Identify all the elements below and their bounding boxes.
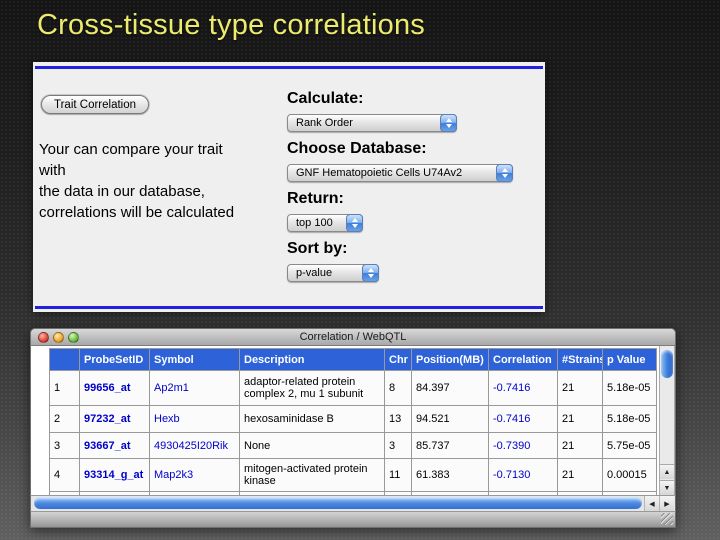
column-header-symbol: Symbol	[150, 349, 240, 371]
cell-index: 3	[50, 433, 80, 459]
cell-description: None	[240, 433, 385, 459]
cell-correlation-link[interactable]: -0.7390	[489, 433, 558, 459]
window-title: Correlation / WebQTL	[300, 331, 407, 343]
close-window-icon[interactable]	[38, 332, 49, 343]
column-header-description: Description	[240, 349, 385, 371]
cell-strains: 21	[558, 371, 603, 406]
cell-correlation-link[interactable]: -0.7416	[489, 371, 558, 406]
return-select[interactable]: top 100	[287, 214, 363, 232]
form-description: Your can compare your trait with the dat…	[39, 139, 284, 223]
cell-description: mitogen-activated protein kinase	[240, 459, 385, 492]
scroll-left-arrow-icon[interactable]: ◀	[644, 496, 659, 511]
cell-pvalue: 5.18e-05	[603, 406, 657, 433]
cell-description: hexosaminidase B	[240, 406, 385, 433]
calculate-select[interactable]: Rank Order	[287, 114, 457, 132]
select-stepper-arrows-icon	[440, 114, 457, 132]
zoom-window-icon[interactable]	[68, 332, 79, 343]
column-header-pvalue: p Value	[603, 349, 657, 371]
cell-correlation-link[interactable]: -0.7130	[489, 459, 558, 492]
cell-position: 61.383	[412, 459, 489, 492]
cell-symbol-link[interactable]: Map2k3	[150, 459, 240, 492]
cell-chr: 13	[385, 406, 412, 433]
scroll-down-arrow-icon[interactable]: ▼	[660, 480, 674, 495]
return-label: Return:	[287, 190, 539, 208]
column-header-chr: Chr	[385, 349, 412, 371]
return-selected-value: top 100	[296, 217, 333, 229]
cell-index: 2	[50, 406, 80, 433]
cell-index: 4	[50, 459, 80, 492]
trait-correlation-button[interactable]: Trait Correlation	[41, 95, 149, 114]
trait-correlation-form-panel: Trait Correlation Your can compare your …	[33, 62, 545, 312]
table-row: 3 93667_at 4930425I20Rik None 3 85.737 -…	[50, 433, 657, 459]
table-row: 4 93314_g_at Map2k3 mitogen-activated pr…	[50, 459, 657, 492]
cell-symbol-link[interactable]: Hexb	[150, 406, 240, 433]
cell-probesetid-link[interactable]: 93314_g_at	[80, 459, 150, 492]
select-stepper-arrows-icon	[496, 164, 513, 182]
database-select[interactable]: GNF Hematopoietic Cells U74Av2	[287, 164, 513, 182]
resize-grip[interactable]	[661, 513, 673, 525]
sort-by-select[interactable]: p-value	[287, 264, 379, 282]
calculate-label: Calculate:	[287, 90, 539, 108]
cell-probesetid-link[interactable]: 93667_at	[80, 433, 150, 459]
cell-position: 84.397	[412, 371, 489, 406]
cell-index: 1	[50, 371, 80, 406]
description-line: with	[39, 160, 284, 181]
column-header-correlation: Correlation	[489, 349, 558, 371]
description-line: the data in our database,	[39, 181, 284, 202]
table-row: 2 97232_at Hexb hexosaminidase B 13 94.5…	[50, 406, 657, 433]
cell-chr: 8	[385, 371, 412, 406]
column-header-index	[50, 349, 80, 371]
correlation-results-window: Correlation / WebQTL ProbeSetID Symbol D…	[30, 328, 676, 528]
horizontal-scrollbar[interactable]: ◀ ▶	[30, 495, 676, 512]
column-header-position: Position(MB)	[412, 349, 489, 371]
cell-correlation-link[interactable]: -0.7416	[489, 406, 558, 433]
description-line: Your can compare your trait	[39, 139, 284, 160]
vertical-scrollbar[interactable]: ▲ ▼	[659, 346, 675, 495]
vertical-scrollbar-thumb[interactable]	[661, 350, 673, 378]
select-stepper-arrows-icon	[346, 214, 363, 232]
column-header-strains: #Strains	[558, 349, 603, 371]
cell-strains: 21	[558, 433, 603, 459]
form-options-column: Calculate: Rank Order Choose Database: G…	[287, 90, 539, 282]
select-stepper-arrows-icon	[362, 264, 379, 282]
cell-chr: 11	[385, 459, 412, 492]
cell-position: 85.737	[412, 433, 489, 459]
description-line: correlations will be calculated	[39, 202, 284, 223]
top-divider-rule	[35, 66, 543, 69]
window-controls	[38, 332, 79, 343]
cell-description: adaptor-related protein complex 2, mu 1 …	[240, 371, 385, 406]
column-header-probesetid: ProbeSetID	[80, 349, 150, 371]
cell-pvalue: 5.18e-05	[603, 371, 657, 406]
database-selected-value: GNF Hematopoietic Cells U74Av2	[296, 167, 462, 179]
window-status-bar	[30, 512, 676, 528]
slide-background: Cross-tissue type correlations Trait Cor…	[0, 0, 720, 540]
cell-symbol-link[interactable]: 4930425I20Rik	[150, 433, 240, 459]
sort-by-label: Sort by:	[287, 240, 539, 258]
correlation-results-table: ProbeSetID Symbol Description Chr Positi…	[49, 348, 657, 495]
calculate-selected-value: Rank Order	[296, 117, 353, 129]
cell-symbol-link[interactable]: Ap2m1	[150, 371, 240, 406]
cell-probesetid-link[interactable]: 97232_at	[80, 406, 150, 433]
window-titlebar[interactable]: Correlation / WebQTL	[30, 328, 676, 346]
table-header-row: ProbeSetID Symbol Description Chr Positi…	[50, 349, 657, 371]
cell-chr: 3	[385, 433, 412, 459]
minimize-window-icon[interactable]	[53, 332, 64, 343]
cell-pvalue: 0.00015	[603, 459, 657, 492]
sort-by-selected-value: p-value	[296, 267, 332, 279]
cell-strains: 21	[558, 406, 603, 433]
scroll-right-arrow-icon[interactable]: ▶	[659, 496, 674, 511]
window-content: ProbeSetID Symbol Description Chr Positi…	[30, 346, 676, 495]
cell-position: 94.521	[412, 406, 489, 433]
cell-pvalue: 5.75e-05	[603, 433, 657, 459]
table-row: 1 99656_at Ap2m1 adaptor-related protein…	[50, 371, 657, 406]
cell-probesetid-link[interactable]: 99656_at	[80, 371, 150, 406]
cell-strains: 21	[558, 459, 603, 492]
bottom-divider-rule	[35, 306, 543, 309]
slide-title: Cross-tissue type correlations	[37, 9, 425, 42]
scroll-up-arrow-icon[interactable]: ▲	[660, 464, 674, 479]
horizontal-scrollbar-thumb[interactable]	[34, 497, 642, 509]
database-label: Choose Database:	[287, 140, 539, 158]
